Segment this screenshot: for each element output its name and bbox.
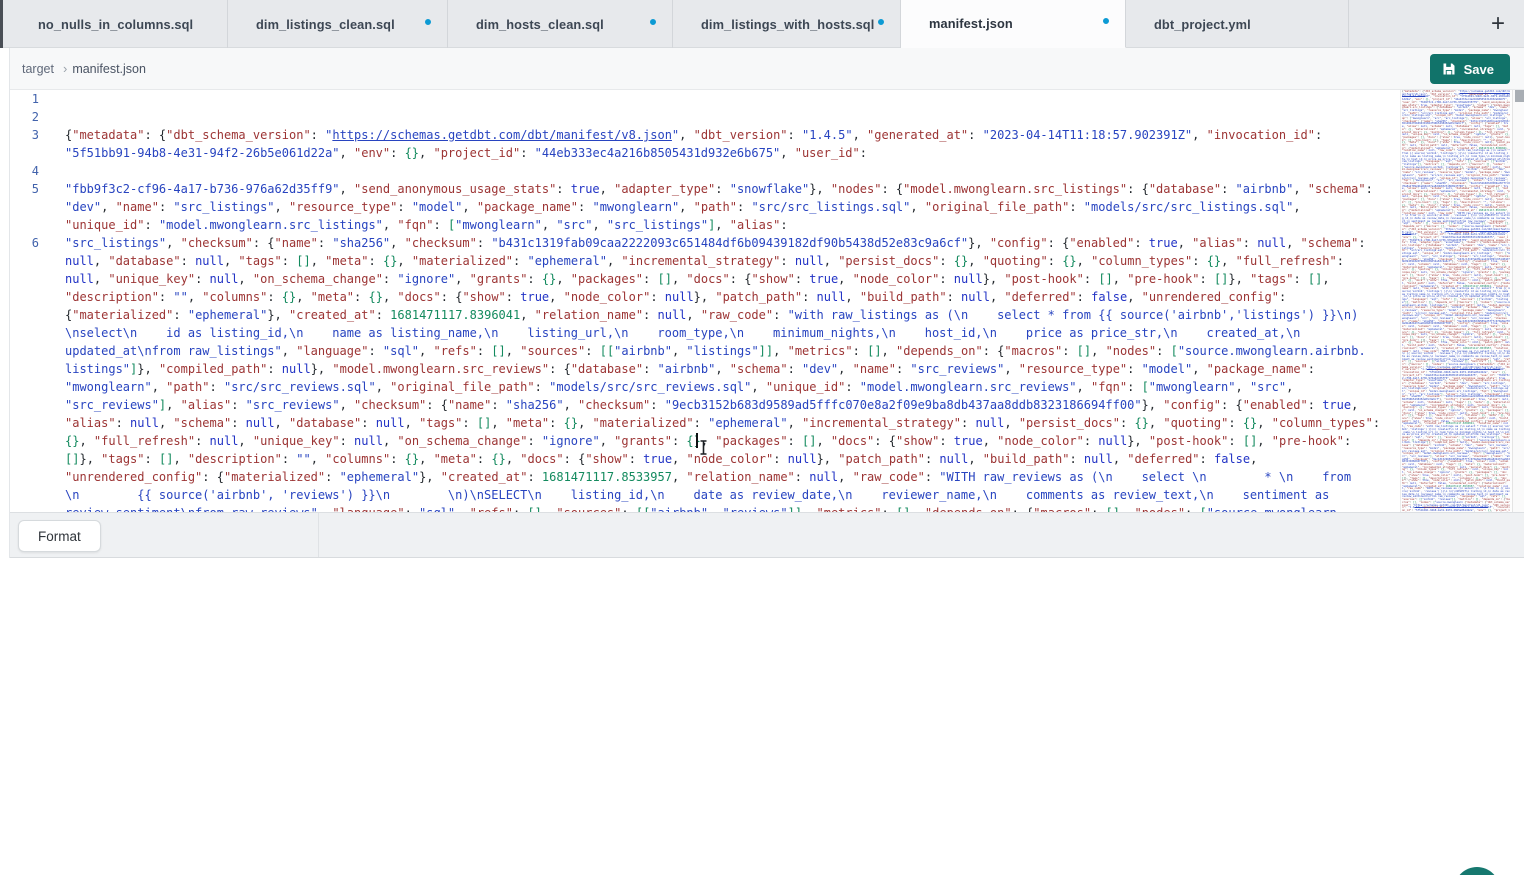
text-caret: [696, 433, 698, 448]
pane-divider: [318, 513, 319, 557]
breadcrumb-file: manifest.json: [72, 62, 146, 76]
format-button[interactable]: Format: [18, 520, 101, 552]
code-row: "fbb9f3c2-cf96-4a17-b736-976a62d35ff9", …: [65, 180, 1398, 198]
save-floppy-icon: [1442, 62, 1456, 76]
chevron-right-icon: ›: [63, 61, 67, 76]
code-row: review_sentiment\nfrom raw_reviews", "la…: [65, 504, 1398, 512]
line-number: 4: [10, 162, 52, 180]
code-row: null, "database": null, "tags": [], "met…: [65, 252, 1398, 270]
line-number: [10, 288, 52, 306]
scrollbar-thumb[interactable]: [1515, 90, 1524, 102]
line-number: [10, 468, 52, 486]
code-row: "src_listings", "checksum": {"name": "sh…: [65, 234, 1398, 252]
tab-manifest.json[interactable]: manifest.json: [901, 0, 1126, 48]
code-row: "mwonglearn", "path": "src/src_reviews.s…: [65, 378, 1398, 396]
new-tab-button[interactable]: +: [1480, 0, 1516, 48]
code-editor: 123 45 6 {"metadata": {"dbt_schema_version…: [0, 90, 1524, 512]
tab-dim_hosts_clean.sql[interactable]: dim_hosts_clean.sql: [448, 0, 673, 48]
code-row: "alias": null, "schema": null, "database…: [65, 414, 1398, 432]
line-number: [10, 378, 52, 396]
line-number: [10, 450, 52, 468]
tab-label: dim_listings_with_hosts.sql: [701, 17, 874, 32]
code-row: "unique_id": "model.mwonglearn.src_listi…: [65, 216, 1398, 234]
breadcrumb: target › manifest.json: [22, 61, 146, 76]
line-number: [10, 396, 52, 414]
minimap-content: {"metadata": {"dbt_schema_version": "htt…: [1401, 90, 1512, 512]
scrollbar-track[interactable]: [1512, 90, 1524, 512]
dbt-ide-window: { "tabs": [ {"label": "no_nulls_in_colum…: [0, 0, 1524, 875]
code-row: listings"]}, "compiled_path": null}, "mo…: [65, 360, 1398, 378]
line-number: [10, 306, 52, 324]
save-button-label: Save: [1464, 62, 1494, 77]
unsaved-changes-dot: [650, 19, 656, 25]
code-row: "unrendered_config": {"materialized": "e…: [65, 468, 1398, 486]
line-number: 6: [10, 234, 52, 252]
code-row: {"materialized": "ephemeral"}, "created_…: [65, 306, 1398, 324]
code-row: {}, "full_refresh": null, "unique_key": …: [65, 432, 1398, 450]
mouse-cursor: [699, 440, 708, 460]
tab-no_nulls_in_columns.sql[interactable]: no_nulls_in_columns.sql: [10, 0, 228, 48]
code-row: [65, 90, 1398, 108]
code-row: []}, "tags": [], "description": "", "col…: [65, 450, 1398, 468]
line-number: [10, 252, 52, 270]
tab-dim_listings_clean.sql[interactable]: dim_listings_clean.sql: [228, 0, 448, 48]
plus-icon: +: [1491, 10, 1505, 38]
tab-label: dim_hosts_clean.sql: [476, 17, 604, 32]
tab-label: manifest.json: [929, 16, 1013, 31]
unsaved-changes-dot: [1103, 18, 1109, 24]
collapsed-sidebar-rail[interactable]: [0, 48, 10, 558]
line-number: 3: [10, 126, 52, 144]
line-number: [10, 144, 52, 162]
tab-bar: no_nulls_in_columns.sql dim_listings_clea…: [0, 0, 1524, 48]
breadcrumb-bar: target › manifest.json Save: [0, 48, 1524, 90]
line-number: [10, 216, 52, 234]
code-area[interactable]: {"metadata": {"dbt_schema_version": "htt…: [65, 90, 1398, 512]
unsaved-changes-dot: [878, 19, 884, 25]
code-row: \nselect\n id as listing_id,\n name as l…: [65, 324, 1398, 342]
save-button[interactable]: Save: [1430, 54, 1510, 84]
code-row: \n {{ source('airbnb', 'reviews') }}\n \…: [65, 486, 1398, 504]
line-number: [10, 198, 52, 216]
editor-footer-strip: Format: [0, 512, 1524, 558]
tab-label: dim_listings_clean.sql: [256, 17, 395, 32]
line-number-gutter: 123 45 6: [10, 90, 52, 512]
code-row: "description": "", "columns": {}, "meta"…: [65, 288, 1398, 306]
unsaved-changes-dot: [425, 19, 431, 25]
line-number: [10, 504, 52, 512]
line-number: [10, 342, 52, 360]
tab-list: no_nulls_in_columns.sql dim_listings_clea…: [10, 0, 1349, 47]
breadcrumb-folder: target: [22, 62, 54, 76]
line-number: [10, 432, 52, 450]
line-number: 2: [10, 108, 52, 126]
line-number: [10, 360, 52, 378]
line-number: [10, 324, 52, 342]
code-row: updated_at\nfrom raw_listings", "languag…: [65, 342, 1398, 360]
tab-label: no_nulls_in_columns.sql: [38, 17, 193, 32]
line-number: [10, 414, 52, 432]
code-row: null, "unique_key": null, "on_schema_cha…: [65, 270, 1398, 288]
code-row: {"metadata": {"dbt_schema_version": "htt…: [65, 126, 1398, 144]
results-panel: [0, 558, 1524, 875]
code-row: [65, 108, 1398, 126]
line-number: [10, 270, 52, 288]
tab-label: dbt_project.yml: [1154, 17, 1251, 32]
minimap[interactable]: {"metadata": {"dbt_schema_version": "htt…: [1400, 90, 1512, 512]
window-edge: [0, 0, 3, 48]
code-row: "src_reviews"], "alias": "src_reviews", …: [65, 396, 1398, 414]
code-row: [65, 162, 1398, 180]
code-row: "dev", "name": "src_listings", "resource…: [65, 198, 1398, 216]
code-row: "5f51bb91-94b8-4e31-94f2-26b5e061d22a", …: [65, 144, 1398, 162]
tab-dbt_project.yml[interactable]: dbt_project.yml: [1126, 0, 1349, 48]
line-number: 1: [10, 90, 52, 108]
line-number: [10, 486, 52, 504]
tab-dim_listings_with_hosts.sql[interactable]: dim_listings_with_hosts.sql: [673, 0, 901, 48]
line-number: 5: [10, 180, 52, 198]
